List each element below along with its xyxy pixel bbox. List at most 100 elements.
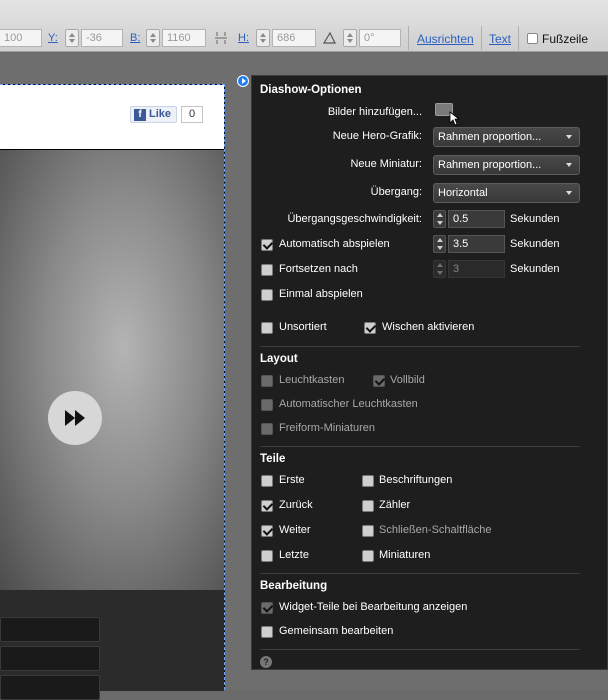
next-label: Weiter [279, 524, 311, 536]
thumbnails-label: Miniaturen [379, 549, 431, 561]
unsorted-checkbox[interactable] [261, 322, 273, 334]
freeform-thumbnails-label: Freiform-Miniaturen [279, 422, 375, 434]
resume-stepper[interactable] [433, 260, 446, 278]
facebook-icon: f [134, 109, 146, 121]
transition-label: Übergang: [370, 186, 422, 198]
top-toolbar: 100 Y: -36 B: 1160 H: 686 0° Ausrichten … [0, 0, 608, 52]
thumbnail[interactable] [0, 617, 100, 642]
previous-checkbox[interactable] [261, 500, 273, 512]
first-checkbox[interactable] [261, 475, 273, 487]
lightbox-label: Leuchtkasten [279, 374, 345, 386]
autoplay-checkbox[interactable] [261, 239, 273, 251]
facebook-like-count: 0 [181, 106, 203, 123]
help-icon[interactable]: ? [260, 656, 272, 668]
edit-together-label: Gemeinsam bearbeiten [279, 625, 394, 637]
section-divider [260, 649, 580, 650]
captions-checkbox[interactable] [362, 475, 374, 487]
transition-speed-stepper[interactable] [433, 210, 446, 228]
edit-together-checkbox[interactable] [261, 626, 273, 638]
facebook-like-button[interactable]: f Like [130, 106, 177, 123]
thumbnail[interactable] [0, 675, 100, 700]
y-stepper[interactable] [65, 29, 79, 47]
text-link[interactable]: Text [489, 32, 511, 46]
slideshow-hero-image [0, 150, 224, 590]
parts-heading: Teile [260, 453, 286, 465]
page-preview: f Like 0 [0, 84, 225, 700]
b-label: B: [130, 32, 141, 44]
fusszeile-label: Fußzeile [542, 32, 589, 46]
ausrichten-link[interactable]: Ausrichten [417, 32, 474, 46]
section-divider [260, 573, 580, 574]
h-label: H: [238, 32, 249, 44]
facebook-like-label: Like [149, 108, 172, 120]
auto-lightbox-label: Automatischer Leuchtkasten [279, 398, 418, 410]
fullscreen-label: Vollbild [390, 374, 425, 386]
counter-label: Zähler [379, 499, 411, 511]
section-divider [260, 346, 580, 347]
y-label: Y: [48, 32, 58, 44]
seconds-label: Sekunden [510, 263, 560, 275]
close-button-label: Schließen-Schaltfläche [379, 524, 492, 536]
counter-checkbox[interactable] [362, 500, 374, 512]
hero-image-label: Neue Hero-Grafik: [332, 130, 422, 142]
facebook-bar: f Like 0 [0, 85, 224, 149]
auto-lightbox-checkbox[interactable] [261, 399, 273, 411]
b-field[interactable]: 1160 [162, 29, 206, 47]
transition-speed-label: Übergangsgeschwindigkeit: [287, 213, 422, 225]
first-label: Erste [279, 474, 305, 486]
fullscreen-checkbox[interactable] [373, 375, 385, 387]
hero-image-dropdown[interactable]: Rahmen proportion... [433, 127, 580, 147]
show-widget-parts-label: Widget-Teile bei Bearbeitung anzeigen [279, 601, 468, 613]
thumbnail-dropdown[interactable]: Rahmen proportion... [433, 155, 580, 175]
last-label: Letzte [279, 549, 309, 561]
autoplay-stepper[interactable] [433, 235, 446, 253]
mouse-cursor-icon [449, 111, 461, 126]
fusszeile-checkbox[interactable] [527, 33, 538, 44]
toolbar-divider [518, 26, 519, 50]
swipe-label: Wischen aktivieren [382, 321, 475, 333]
h-field[interactable]: 686 [272, 29, 316, 47]
y-field[interactable]: -36 [81, 29, 123, 47]
resume-checkbox[interactable] [261, 264, 273, 276]
section-divider [260, 446, 580, 447]
next-checkbox[interactable] [261, 525, 273, 537]
play-once-label: Einmal abspielen [279, 288, 363, 300]
h-stepper[interactable] [256, 29, 270, 47]
angle-stepper[interactable] [343, 29, 357, 47]
options-toggle-icon[interactable] [237, 75, 249, 87]
play-once-checkbox[interactable] [261, 289, 273, 301]
last-checkbox[interactable] [261, 550, 273, 562]
previous-label: Zurück [279, 499, 313, 511]
unsorted-label: Unsortiert [279, 321, 327, 333]
autoplay-label: Automatisch abspielen [279, 238, 390, 250]
panel-title: Diashow-Optionen [260, 84, 362, 96]
resume-label: Fortsetzen nach [279, 263, 358, 275]
angle-field[interactable]: 0° [359, 29, 401, 47]
thumbnail-strip [0, 590, 224, 700]
layout-heading: Layout [260, 353, 298, 365]
transition-speed-field[interactable]: 0.5 [448, 210, 505, 228]
resume-field[interactable]: 3 [448, 260, 505, 278]
show-widget-parts-checkbox[interactable] [261, 602, 273, 614]
editing-heading: Bearbeitung [260, 580, 328, 592]
seconds-label: Sekunden [510, 213, 560, 225]
fast-forward-icon [65, 410, 85, 426]
rotation-angle-icon [322, 31, 336, 44]
toolbar-divider [408, 26, 409, 50]
add-images-label: Bilder hinzufügen... [327, 106, 422, 118]
play-button[interactable] [48, 391, 102, 445]
thumbnail[interactable] [0, 646, 100, 671]
captions-label: Beschriftungen [379, 474, 453, 486]
autoplay-field[interactable]: 3.5 [448, 235, 505, 253]
b-stepper[interactable] [146, 29, 160, 47]
toolbar-divider [481, 26, 482, 50]
link-proportions-icon[interactable] [213, 30, 229, 46]
w-field[interactable]: 100 [0, 29, 42, 47]
lightbox-checkbox[interactable] [261, 375, 273, 387]
transition-dropdown[interactable]: Horizontal [433, 183, 580, 203]
swipe-checkbox[interactable] [364, 322, 376, 334]
slideshow-options-panel: Diashow-Optionen Bilder hinzufügen... Ne… [251, 75, 608, 670]
thumbnails-checkbox[interactable] [362, 550, 374, 562]
freeform-thumbnails-checkbox[interactable] [261, 423, 273, 435]
close-button-checkbox[interactable] [362, 525, 374, 537]
